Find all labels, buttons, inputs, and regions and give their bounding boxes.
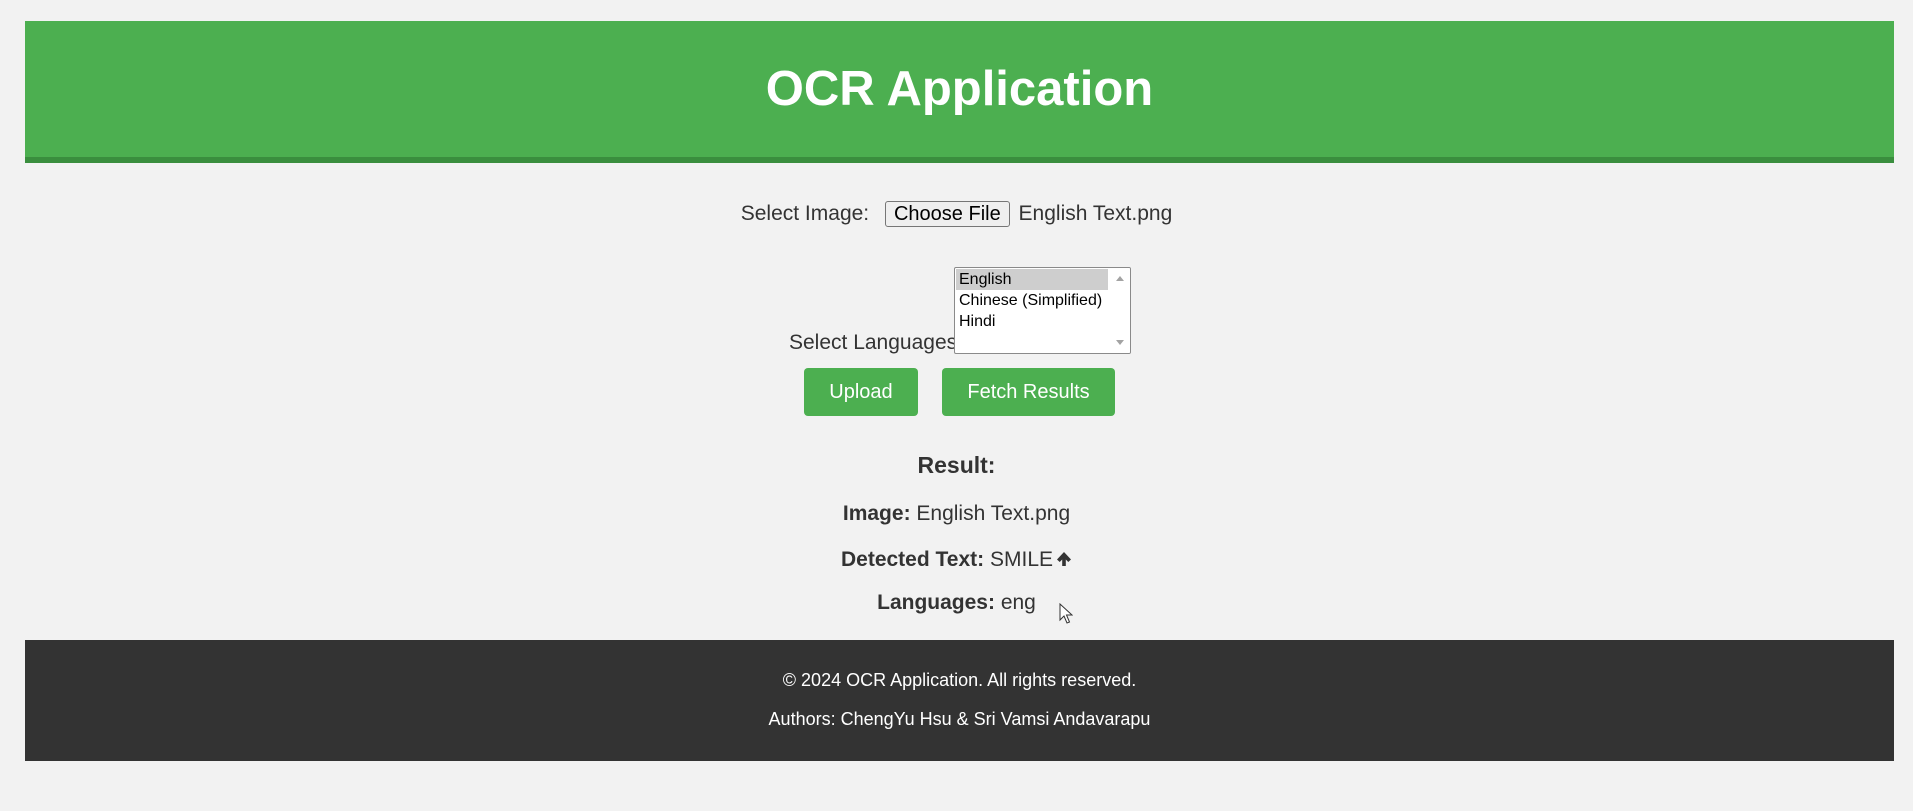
language-option-english[interactable]: English bbox=[956, 269, 1108, 290]
result-languages-line: Languages: eng bbox=[0, 591, 1913, 615]
footer-authors: Authors: ChengYu Hsu & Sri Vamsi Andavar… bbox=[768, 709, 1151, 729]
scroll-up-arrow-icon[interactable] bbox=[1116, 276, 1124, 281]
mouse-cursor-icon bbox=[1059, 603, 1073, 624]
result-image-line: Image: English Text.png bbox=[0, 502, 1913, 526]
choose-file-button[interactable]: Choose File bbox=[884, 201, 1010, 227]
page-title: OCR Application bbox=[765, 62, 1154, 116]
result-heading: Result: bbox=[917, 452, 996, 478]
fetch-results-button[interactable]: Fetch Results bbox=[942, 368, 1115, 416]
scroll-down-arrow-icon[interactable] bbox=[1116, 340, 1124, 345]
result-image-value: English Text.png bbox=[916, 502, 1071, 525]
languages-listbox[interactable]: English Chinese (Simplified) Hindi bbox=[954, 267, 1131, 354]
result-languages-value: eng bbox=[1000, 591, 1036, 614]
result-detected-text-line: Detected Text: SMILE bbox=[0, 548, 1913, 572]
select-languages-label: Select Languages: bbox=[789, 331, 963, 354]
app-header: OCR Application bbox=[25, 21, 1894, 163]
upload-button[interactable]: Upload bbox=[804, 368, 918, 416]
selected-file-name: English Text.png bbox=[1018, 202, 1173, 225]
language-option-hindi[interactable]: Hindi bbox=[956, 311, 1108, 332]
language-select-row: Select Languages: English Chinese (Simpl… bbox=[789, 267, 1134, 355]
image-select-row: Select Image: Choose File English Text.p… bbox=[0, 201, 1913, 231]
footer-copyright: © 2024 OCR Application. All rights reser… bbox=[782, 670, 1137, 690]
app-footer: © 2024 OCR Application. All rights reser… bbox=[25, 640, 1894, 761]
result-detected-text-value: SMILE bbox=[989, 548, 1054, 571]
result-languages-label: Languages: bbox=[877, 591, 995, 614]
result-detected-text-label: Detected Text: bbox=[840, 548, 985, 571]
listbox-scrollbar[interactable] bbox=[1110, 268, 1130, 353]
up-arrow-icon bbox=[1057, 552, 1072, 566]
select-image-label: Select Image: bbox=[740, 202, 870, 225]
language-option-chinese-simplified[interactable]: Chinese (Simplified) bbox=[956, 290, 1108, 311]
result-image-label: Image: bbox=[842, 502, 911, 525]
